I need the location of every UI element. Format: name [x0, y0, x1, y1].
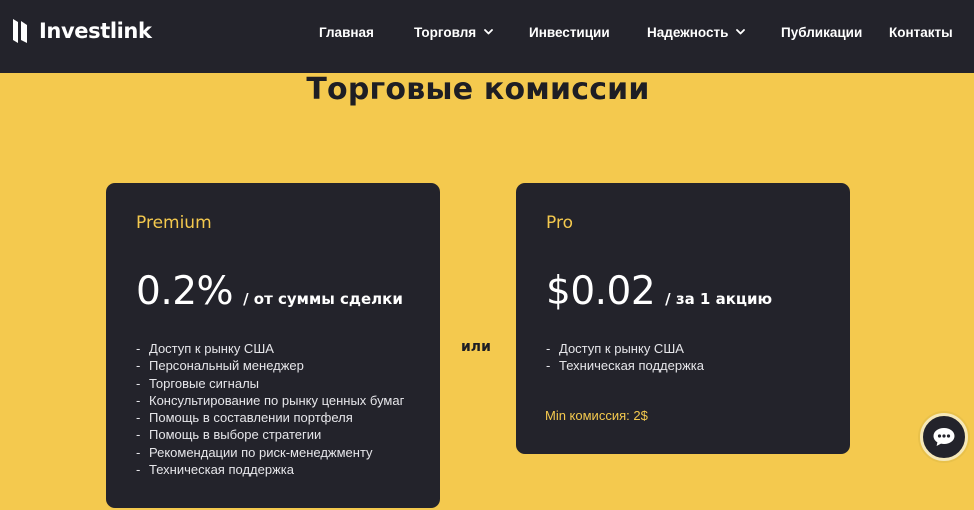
nav-publications-label: Публикации: [781, 24, 863, 40]
nav-investments-label: Инвестиции: [529, 24, 610, 40]
min-commission: Min комиссия: 2$: [545, 408, 648, 423]
nav-contacts[interactable]: Контакты: [889, 22, 953, 42]
plan-price: $0.02: [546, 269, 656, 314]
nav-contacts-label: Контакты: [889, 24, 953, 40]
nav-trading-label: Торговля: [414, 24, 477, 40]
feature-list: - Доступ к рынку США - Техническая поддерж…: [546, 340, 704, 375]
top-navbar: Investlink Главная Торговля Инвестиции Н…: [0, 0, 974, 73]
list-item: - Техническая поддержка: [546, 358, 704, 374]
list-item: - Помощь в выборе стратегии: [136, 427, 322, 443]
feature-list: - Доступ к рынку США - Персональный менедж…: [136, 340, 404, 478]
nav-publications[interactable]: Публикации: [781, 22, 862, 42]
list-item: - Консультирование по рынку ценных бумаг: [136, 392, 405, 408]
pro-plan-card: Pro $0.02 / за 1 акцию - Доступ к рынку С…: [516, 183, 850, 454]
nav-reliability[interactable]: Надежность: [647, 22, 746, 42]
list-item: - Доступ к рынку США: [136, 341, 274, 356]
list-item: - Торговые сигналы: [136, 375, 260, 391]
nav-investments[interactable]: Инвестиции: [529, 22, 610, 42]
nav-trading[interactable]: Торговля: [414, 22, 494, 42]
brand-logo[interactable]: Investlink: [12, 18, 152, 44]
plan-name: Premium: [136, 213, 212, 233]
price-row: 0.2% / от суммы сделки: [136, 269, 403, 314]
price-suffix: / за 1 акцию: [665, 290, 773, 308]
list-item: - Персональный менеджер: [136, 358, 304, 374]
page-title: Торговые комиссии: [306, 72, 650, 107]
list-item: - Помощь в составлении портфеля: [136, 410, 353, 426]
nav-home[interactable]: Главная: [319, 22, 374, 42]
plan-name: Pro: [546, 213, 573, 233]
list-item: - Рекомендации по риск-менеджменту: [136, 444, 373, 460]
or-separator: или: [461, 339, 491, 355]
chevron-down-icon: [736, 29, 746, 35]
chat-bubble-icon: [933, 428, 955, 446]
list-item: - Техническая поддержка: [136, 462, 294, 478]
list-item: - Доступ к рынку США: [546, 341, 684, 356]
investlink-logo-icon: [13, 19, 27, 43]
nav-home-label: Главная: [319, 24, 374, 40]
brand-name: Investlink: [39, 19, 152, 43]
premium-plan-card: Premium 0.2% / от суммы сделки - Доступ к…: [106, 183, 440, 508]
price-row: $0.02 / за 1 акцию: [546, 269, 772, 314]
plan-price: 0.2%: [136, 269, 234, 314]
nav-reliability-label: Надежность: [647, 24, 729, 40]
chat-button[interactable]: [920, 413, 968, 461]
chevron-down-icon: [484, 29, 494, 35]
price-suffix: / от суммы сделки: [243, 290, 403, 308]
